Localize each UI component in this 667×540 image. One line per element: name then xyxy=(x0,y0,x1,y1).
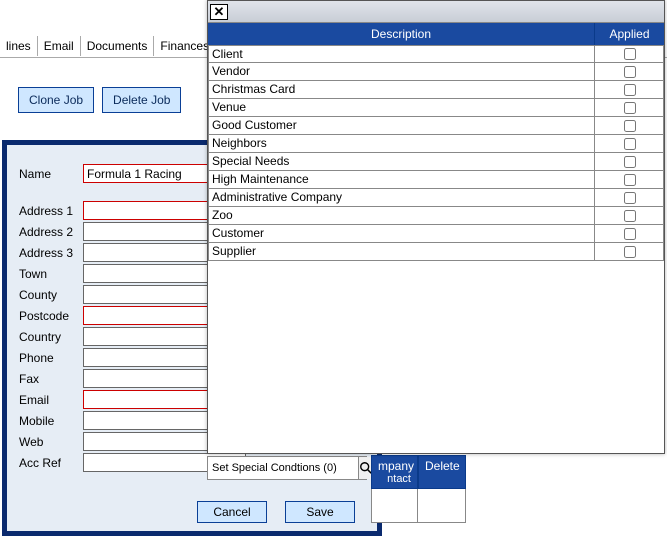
applied-checkbox[interactable] xyxy=(624,156,636,168)
grid-cell-description: Neighbors xyxy=(208,135,595,153)
col-header-description[interactable]: Description xyxy=(208,23,595,45)
name-label: Name xyxy=(19,167,83,181)
popup-titlebar: ✕ xyxy=(208,1,664,23)
applied-checkbox[interactable] xyxy=(624,174,636,186)
grid-header: Description Applied xyxy=(208,23,664,45)
grid-body: ClientVendorChristmas CardVenueGood Cust… xyxy=(208,45,664,453)
grid-row[interactable]: Supplier xyxy=(208,243,664,261)
grid-row[interactable]: Venue xyxy=(208,99,664,117)
grid-cell-description: Special Needs xyxy=(208,153,595,171)
tab-email[interactable]: Email xyxy=(38,36,81,56)
delete-job-button[interactable]: Delete Job xyxy=(102,87,181,113)
grid-cell-applied xyxy=(595,243,664,261)
grid-cell-applied xyxy=(595,81,664,99)
fax-label: Fax xyxy=(19,372,83,386)
grid-row[interactable]: High Maintenance xyxy=(208,171,664,189)
grid-cell-applied xyxy=(595,153,664,171)
grid-row[interactable]: Christmas Card xyxy=(208,81,664,99)
grid-cell-description: Christmas Card xyxy=(208,81,595,99)
applied-checkbox[interactable] xyxy=(624,84,636,96)
grid-row[interactable]: Vendor xyxy=(208,63,664,81)
close-icon: ✕ xyxy=(214,5,225,18)
grid-cell-description: Venue xyxy=(208,99,595,117)
col-header-applied[interactable]: Applied xyxy=(595,23,664,45)
applied-checkbox[interactable] xyxy=(624,66,636,78)
county-label: County xyxy=(19,288,83,302)
town-label: Town xyxy=(19,267,83,281)
address3-label: Address 3 xyxy=(19,246,83,260)
grid-row[interactable]: Zoo xyxy=(208,207,664,225)
tab-documents[interactable]: Documents xyxy=(81,36,155,56)
special-conditions-input[interactable] xyxy=(208,462,358,474)
applied-checkbox[interactable] xyxy=(624,102,636,114)
grid-cell-description: Good Customer xyxy=(208,117,595,135)
applied-checkbox[interactable] xyxy=(624,120,636,132)
grid-row[interactable]: Administrative Company xyxy=(208,189,664,207)
grid-cell-applied xyxy=(595,99,664,117)
grid-row[interactable]: Client xyxy=(208,45,664,63)
conditions-popup: ✕ Description Applied ClientVendorChrist… xyxy=(207,0,665,454)
grid-row[interactable]: Customer xyxy=(208,225,664,243)
applied-checkbox[interactable] xyxy=(624,48,636,60)
applied-checkbox[interactable] xyxy=(624,246,636,258)
web-label: Web xyxy=(19,435,83,449)
grid-cell-applied xyxy=(595,207,664,225)
clone-job-button[interactable]: Clone Job xyxy=(18,87,94,113)
grid-cell-applied xyxy=(595,171,664,189)
grid-cell-applied xyxy=(595,225,664,243)
close-button[interactable]: ✕ xyxy=(210,4,228,20)
background-table-fragment: mpany ntact Delete xyxy=(371,455,471,535)
grid-row[interactable]: Good Customer xyxy=(208,117,664,135)
applied-checkbox[interactable] xyxy=(624,228,636,240)
address2-label: Address 2 xyxy=(19,225,83,239)
grid-cell-description: Customer xyxy=(208,225,595,243)
special-conditions-widget xyxy=(207,456,367,480)
applied-checkbox[interactable] xyxy=(624,210,636,222)
save-button[interactable]: Save xyxy=(285,501,355,523)
grid-row[interactable]: Special Needs xyxy=(208,153,664,171)
grid-row[interactable]: Neighbors xyxy=(208,135,664,153)
country-label: Country xyxy=(19,330,83,344)
grid-cell-applied xyxy=(595,117,664,135)
applied-checkbox[interactable] xyxy=(624,192,636,204)
tab-lines[interactable]: lines xyxy=(0,36,38,56)
grid-cell-applied xyxy=(595,135,664,153)
cancel-button[interactable]: Cancel xyxy=(197,501,267,523)
grid-cell-description: High Maintenance xyxy=(208,171,595,189)
postcode-label: Postcode xyxy=(19,309,83,323)
delete-col-header[interactable]: Delete xyxy=(418,455,466,489)
grid-cell-applied xyxy=(595,63,664,81)
address1-label: Address 1 xyxy=(19,204,83,218)
grid-cell-description: Supplier xyxy=(208,243,595,261)
grid-cell-description: Administrative Company xyxy=(208,189,595,207)
grid-cell-applied xyxy=(595,45,664,63)
grid-cell-description: Zoo xyxy=(208,207,595,225)
applied-checkbox[interactable] xyxy=(624,138,636,150)
mobile-label: Mobile xyxy=(19,414,83,428)
phone-label: Phone xyxy=(19,351,83,365)
grid-cell-applied xyxy=(595,189,664,207)
accref-label: Acc Ref xyxy=(19,456,83,470)
grid-cell-description: Vendor xyxy=(208,63,595,81)
grid-cell-description: Client xyxy=(208,45,595,63)
company-col-fragment[interactable]: mpany ntact xyxy=(371,455,418,489)
email-label: Email xyxy=(19,393,83,407)
